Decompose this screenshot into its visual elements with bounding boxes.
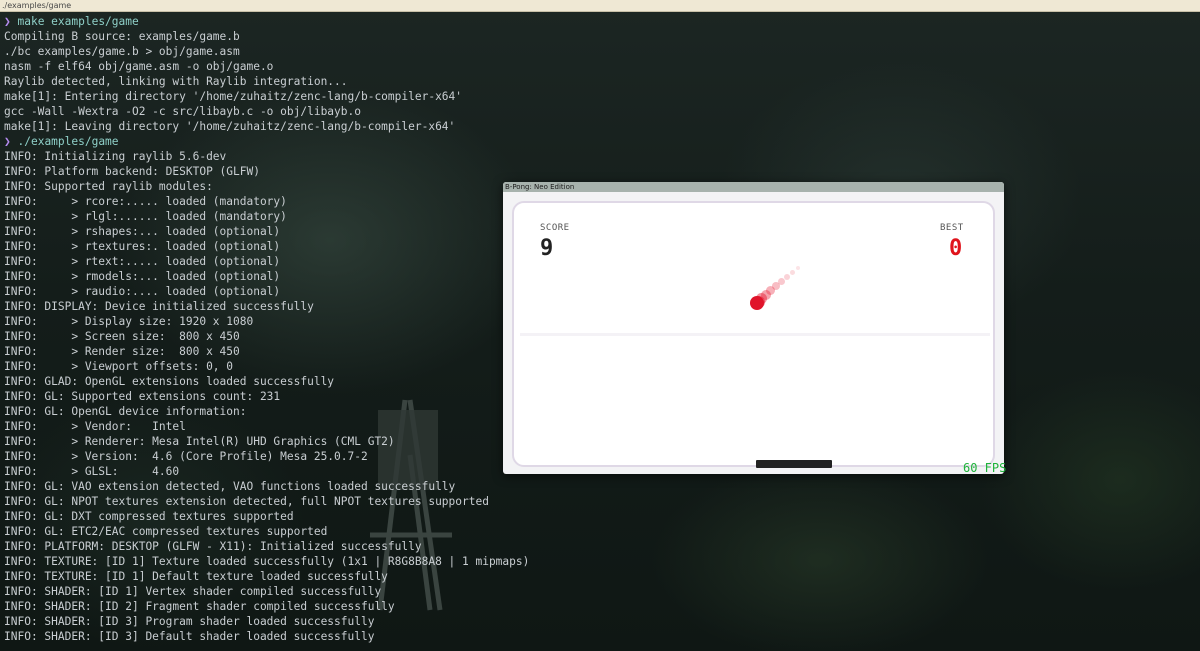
play-field	[512, 201, 995, 467]
best-label: BEST	[940, 223, 964, 233]
terminal-line: make[1]: Entering directory '/home/zuhai…	[4, 90, 463, 103]
ball-trail	[784, 274, 790, 280]
terminal-line: Raylib detected, linking with Raylib int…	[4, 75, 348, 88]
score-value: 9	[540, 236, 554, 261]
game-window[interactable]: B-Pong: Neo Edition SCORE 9 BEST 0 60 FP…	[503, 182, 1007, 475]
terminal-line: INFO: PLATFORM: DESKTOP (GLFW - X11): In…	[4, 540, 422, 553]
terminal-line: gcc -Wall -Wextra -O2 -c src/libayb.c -o…	[4, 105, 361, 118]
command-text: ./examples/game	[17, 135, 119, 148]
terminal-line: INFO: SHADER: [ID 3] Default shader load…	[4, 630, 375, 643]
terminal-line: INFO: SHADER: [ID 2] Fragment shader com…	[4, 600, 395, 613]
prompt-icon: ❯	[4, 135, 11, 148]
terminal-line: INFO: GL: VAO extension detected, VAO fu…	[4, 480, 456, 493]
terminal-line: make[1]: Leaving directory '/home/zuhait…	[4, 120, 456, 133]
terminal-line: Compiling B source: examples/game.b	[4, 30, 240, 43]
ball	[750, 296, 764, 310]
terminal-line: INFO: SHADER: [ID 1] Vertex shader compi…	[4, 585, 382, 598]
terminal-line: INFO: TEXTURE: [ID 1] Texture loaded suc…	[4, 555, 530, 568]
terminal-command-line: ❯ make examples/game	[4, 14, 1194, 29]
terminal-line: ./bc examples/game.b > obj/game.asm	[4, 45, 240, 58]
fps-counter: 60 FPS	[963, 461, 1007, 475]
terminal-command-line: ❯ ./examples/game	[4, 134, 1194, 149]
command-text: make examples/game	[17, 15, 139, 28]
terminal-line: nasm -f elf64 obj/game.asm -o obj/game.o	[4, 60, 274, 73]
terminal-titlebar[interactable]: ./examples/game	[0, 0, 1200, 12]
score-label: SCORE	[540, 223, 570, 233]
terminal-line: INFO: GL: NPOT textures extension detect…	[4, 495, 489, 508]
best-value: 0	[949, 236, 963, 261]
terminal-line: INFO: Platform backend: DESKTOP (GLFW)	[4, 165, 260, 178]
game-titlebar[interactable]: B-Pong: Neo Edition	[503, 182, 1004, 192]
player-paddle[interactable]	[756, 460, 832, 468]
game-canvas[interactable]: SCORE 9 BEST 0 60 FPS	[504, 192, 1007, 475]
terminal-line: INFO: GL: DXT compressed textures suppor…	[4, 510, 294, 523]
field-divider	[520, 333, 990, 336]
terminal-line: INFO: TEXTURE: [ID 1] Default texture lo…	[4, 570, 388, 583]
game-window-title: B-Pong: Neo Edition	[505, 183, 575, 191]
ball-trail	[796, 266, 800, 270]
window-title: ./examples/game	[2, 1, 72, 10]
terminal-line: INFO: GL: ETC2/EAC compressed textures s…	[4, 525, 328, 538]
ball-trail	[790, 270, 795, 275]
prompt-icon: ❯	[4, 15, 11, 28]
terminal-line: INFO: Initializing raylib 5.6-dev	[4, 150, 227, 163]
terminal-line: INFO: SHADER: [ID 3] Program shader load…	[4, 615, 375, 628]
